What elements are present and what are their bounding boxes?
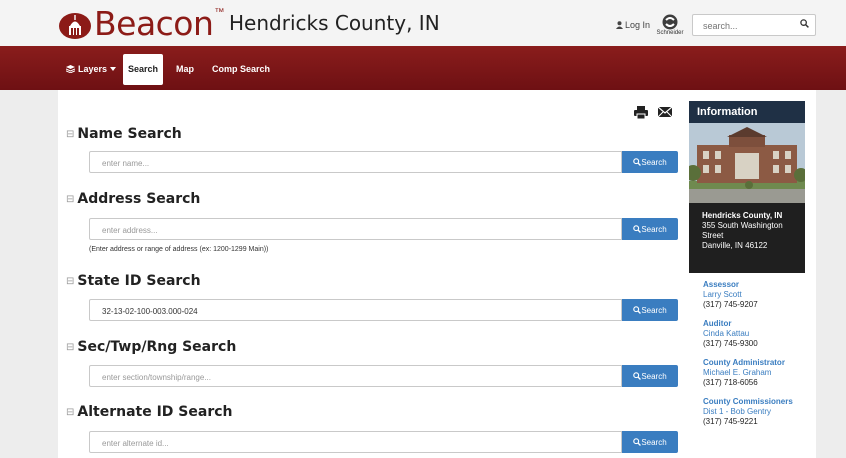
state-id-search-button-label: Search — [641, 305, 667, 315]
email-icon[interactable] — [658, 106, 672, 118]
address-search-button-label: Search — [641, 224, 667, 234]
contact-list: Assessor Larry Scott (317) 745-9207 Audi… — [703, 280, 808, 436]
contact-name[interactable]: Michael E. Graham — [703, 368, 808, 378]
alternate-id-search-heading[interactable]: ⊟ Alternate ID Search — [66, 404, 233, 420]
state-id-field — [89, 299, 622, 321]
contact-item: County Administrator Michael E. Graham (… — [703, 358, 808, 388]
alternate-id-input[interactable] — [100, 433, 604, 453]
page-actions — [634, 106, 672, 119]
state-id-search-heading[interactable]: ⊟ State ID Search — [66, 273, 201, 289]
contact-phone: (317) 718-6056 — [703, 378, 758, 387]
schneider-logo[interactable]: Schneider — [654, 14, 686, 40]
courthouse-photo — [689, 123, 805, 203]
alternate-id-search-button[interactable]: Search — [622, 431, 678, 453]
trademark-symbol: ™ — [214, 6, 225, 18]
logo-text: Beacon — [94, 4, 214, 43]
address-hint: (Enter address or range of address (ex: … — [89, 246, 269, 253]
contact-item: Auditor Cinda Kattau (317) 745-9300 — [703, 319, 808, 349]
beacon-logo[interactable]: Beacon ™ — [58, 6, 224, 42]
contact-title[interactable]: County Commissioners — [703, 397, 808, 407]
top-bar: Beacon ™ Hendricks County, IN Log In Sch… — [0, 0, 846, 46]
collapse-icon[interactable]: ⊟ — [66, 342, 74, 353]
search-icon — [633, 306, 642, 314]
alternate-id-search-button-label: Search — [641, 437, 667, 447]
alternate-id-field — [89, 431, 622, 453]
address-search-title: Address Search — [77, 191, 201, 207]
info-address: Hendricks County, IN 355 South Washingto… — [689, 203, 805, 273]
address-search-heading[interactable]: ⊟ Address Search — [66, 191, 200, 207]
county-title: Hendricks County, IN — [229, 11, 440, 35]
search-icon — [633, 225, 642, 233]
address-input[interactable] — [100, 220, 604, 240]
contact-phone: (317) 745-9207 — [703, 300, 758, 309]
contact-title[interactable]: Auditor — [703, 319, 808, 329]
contact-title[interactable]: Assessor — [703, 280, 808, 290]
address-search-button[interactable]: Search — [622, 218, 678, 240]
name-field — [89, 151, 622, 173]
name-search-button-label: Search — [641, 157, 667, 167]
search-icon — [633, 158, 642, 166]
collapse-icon[interactable]: ⊟ — [66, 407, 74, 418]
info-street2: Street — [702, 231, 724, 240]
contact-name[interactable]: Dist 1 - Bob Gentry — [703, 407, 808, 417]
address-field — [89, 218, 622, 240]
user-icon — [616, 21, 623, 29]
alternate-id-search-title: Alternate ID Search — [77, 404, 233, 420]
search-panel: ⊟ Name Search Search ⊟ Address Search Se… — [58, 90, 689, 458]
collapse-icon[interactable]: ⊟ — [66, 129, 74, 140]
nav-search-label: Search — [127, 64, 159, 74]
contact-name[interactable]: Cinda Kattau — [703, 329, 808, 339]
login-label: Log In — [625, 20, 651, 30]
state-id-input[interactable] — [100, 301, 604, 321]
nav-layers[interactable]: Layers — [66, 64, 117, 74]
contact-item: Assessor Larry Scott (317) 745-9207 — [703, 280, 808, 310]
search-icon — [633, 438, 642, 446]
contact-phone: (317) 745-9300 — [703, 339, 758, 348]
contact-name[interactable]: Larry Scott — [703, 290, 808, 300]
search-icon — [633, 372, 642, 380]
contact-title[interactable]: County Administrator — [703, 358, 808, 368]
capitol-dome-icon — [59, 13, 91, 39]
sec-twp-rng-input[interactable] — [100, 367, 604, 387]
sec-twp-rng-field — [89, 365, 622, 387]
name-search-button[interactable]: Search — [622, 151, 678, 173]
info-city: Danville, IN 46122 — [702, 241, 768, 250]
schneider-icon — [662, 14, 678, 30]
sec-twp-rng-search-heading[interactable]: ⊟ Sec/Twp/Rng Search — [66, 339, 236, 355]
info-name: Hendricks County, IN — [702, 211, 783, 220]
sec-twp-rng-search-button[interactable]: Search — [622, 365, 678, 387]
nav-map[interactable]: Map — [176, 64, 194, 74]
info-heading: Information — [689, 101, 805, 123]
contact-phone: (317) 745-9221 — [703, 417, 758, 426]
nav-comp-search[interactable]: Comp Search — [212, 64, 270, 74]
global-search-input[interactable] — [701, 16, 805, 36]
schneider-label: Schneider — [656, 30, 684, 36]
info-sidebar: Information Hendricks County, IN 355 Sou… — [689, 90, 816, 458]
collapse-icon[interactable]: ⊟ — [66, 194, 74, 205]
info-street1: 355 South Washington — [702, 221, 783, 230]
login-link[interactable]: Log In — [616, 20, 650, 30]
contact-item: County Commissioners Dist 1 - Bob Gentry… — [703, 397, 808, 427]
nav-search[interactable]: Search — [123, 54, 163, 85]
state-id-search-button[interactable]: Search — [622, 299, 678, 321]
sec-twp-rng-search-button-label: Search — [641, 371, 667, 381]
name-search-heading[interactable]: ⊟ Name Search — [66, 126, 182, 142]
sec-twp-rng-search-title: Sec/Twp/Rng Search — [77, 339, 237, 355]
search-icon[interactable] — [800, 19, 809, 28]
state-id-search-title: State ID Search — [77, 273, 201, 289]
name-input[interactable] — [100, 153, 604, 173]
name-search-title: Name Search — [77, 126, 182, 142]
layers-icon — [66, 65, 75, 73]
caret-down-icon — [110, 67, 117, 71]
print-icon[interactable] — [634, 106, 648, 119]
global-search — [692, 14, 816, 36]
collapse-icon[interactable]: ⊟ — [66, 276, 74, 287]
nav-layers-label: Layers — [78, 64, 108, 74]
